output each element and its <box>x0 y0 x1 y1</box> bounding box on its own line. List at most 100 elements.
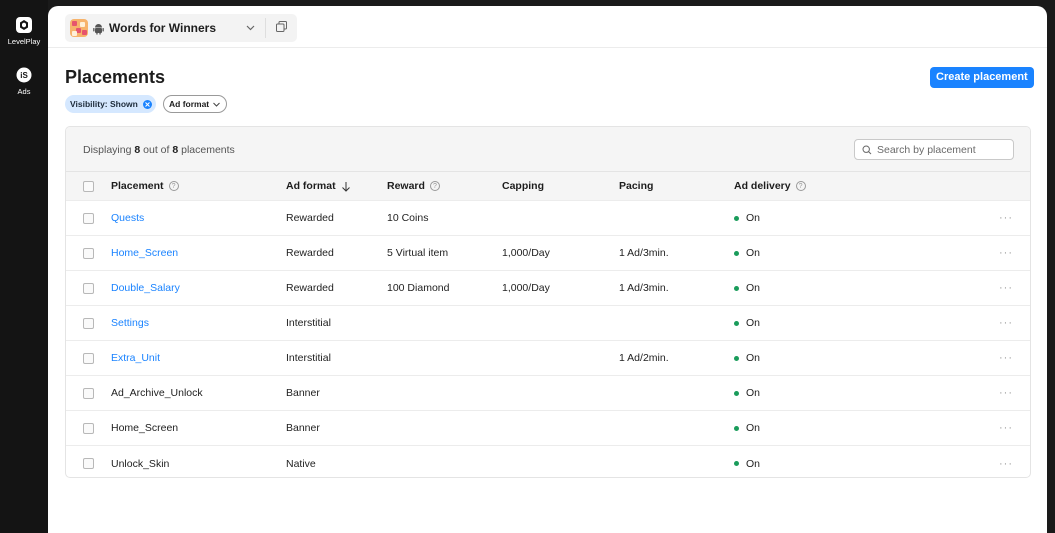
visibility-chip-label: Visibility: Shown <box>70 99 138 109</box>
placement-count: Displaying 8 out of 8 placements <box>83 144 235 156</box>
table-row[interactable]: Settings Interstitial On ··· <box>66 306 1030 341</box>
row-checkbox[interactable] <box>83 422 94 434</box>
placement-name: Home_Screen <box>111 422 179 434</box>
ad-format-cell: Interstitial <box>286 317 331 329</box>
ad-format-cell: Native <box>286 457 316 470</box>
column-header-capping[interactable]: Capping <box>502 172 544 200</box>
visibility-filter-chip[interactable]: Visibility: Shown <box>65 95 156 113</box>
table-row[interactable]: Ad_Archive_Unlock Banner On ··· <box>66 376 1030 411</box>
app-selector[interactable]: Words for Winners <box>65 14 297 42</box>
count-suffix: placements <box>181 144 235 156</box>
create-placement-button[interactable]: Create placement <box>930 67 1034 88</box>
clear-filter-icon[interactable] <box>142 99 152 109</box>
ad-format-cell: Rewarded <box>286 282 334 294</box>
table-row[interactable]: Double_Salary Rewarded 100 Diamond 1,000/Da… <box>66 271 1030 306</box>
column-header-ad-format[interactable]: Ad format <box>286 172 351 200</box>
more-options-icon[interactable]: ··· <box>999 376 1013 410</box>
help-icon[interactable]: ? <box>168 181 179 191</box>
app-name: Words for Winners <box>109 21 217 35</box>
ad-delivery-cell: On <box>734 306 760 340</box>
ad-delivery-status: On <box>746 422 761 434</box>
search-input[interactable] <box>877 143 1007 156</box>
ironsource-icon: iS <box>15 66 33 84</box>
ad-delivery-cell: On <box>734 446 760 477</box>
row-checkbox[interactable] <box>83 247 94 259</box>
ad-format-cell: Banner <box>286 387 320 399</box>
count-shown: 8 <box>134 144 141 156</box>
table-row[interactable]: Home_Screen Rewarded 5 Virtual item 1,000/D… <box>66 236 1030 271</box>
app-thumbnail <box>70 19 88 37</box>
placement-name[interactable]: Quests <box>111 201 144 235</box>
row-checkbox[interactable] <box>83 212 94 224</box>
more-options-icon[interactable]: ··· <box>999 341 1013 375</box>
ad-delivery-status: On <box>746 352 761 364</box>
row-checkbox[interactable] <box>83 458 94 469</box>
left-rail: LevelPlay iS Ads <box>0 0 48 533</box>
count-mid: out of <box>143 144 170 156</box>
status-dot-icon <box>734 461 739 466</box>
more-options-icon[interactable]: ··· <box>999 306 1013 340</box>
more-options-icon[interactable]: ··· <box>999 446 1013 477</box>
chevron-down-icon[interactable] <box>245 22 256 36</box>
column-header-placement[interactable]: Placement? <box>111 172 179 200</box>
ad-format-chip-label: Ad format <box>169 99 210 109</box>
row-checkbox[interactable] <box>83 282 94 294</box>
search-icon <box>862 144 872 154</box>
status-dot-icon <box>734 425 739 431</box>
column-header-pacing[interactable]: Pacing <box>619 172 653 200</box>
rail-item-ads[interactable]: iS Ads <box>0 66 48 96</box>
reward-cell: 100 Diamond <box>387 282 450 294</box>
more-options-icon[interactable]: ··· <box>999 271 1013 305</box>
ad-format-cell: Rewarded <box>286 247 334 259</box>
chevron-down-icon <box>213 102 220 107</box>
column-header-ad-delivery[interactable]: Ad delivery? <box>734 172 806 200</box>
svg-text:iS: iS <box>20 71 28 80</box>
column-header-reward[interactable]: Reward? <box>387 172 440 200</box>
status-dot-icon <box>734 355 739 361</box>
help-icon[interactable]: ? <box>429 181 440 191</box>
placement-name: Ad_Archive_Unlock <box>111 387 203 399</box>
help-icon[interactable]: ? <box>795 181 806 191</box>
row-checkbox[interactable] <box>83 317 94 329</box>
placement-name[interactable]: Extra_Unit <box>111 341 160 375</box>
ad-format-filter-chip[interactable]: Ad format <box>163 95 228 113</box>
status-dot-icon <box>734 250 739 256</box>
rail-item-levelplay[interactable]: LevelPlay <box>0 16 48 46</box>
placement-name[interactable]: Settings <box>111 306 149 340</box>
table-row[interactable]: Quests Rewarded 10 Coins On ··· <box>66 201 1030 236</box>
ad-delivery-cell: On <box>734 376 760 410</box>
placement-name[interactable]: Double_Salary <box>111 271 180 305</box>
more-options-icon[interactable]: ··· <box>999 201 1013 235</box>
capping-cell: 1,000/Day <box>502 282 550 294</box>
capping-cell: 1,000/Day <box>502 247 550 259</box>
status-dot-icon <box>734 215 739 221</box>
ad-delivery-status: On <box>746 282 761 294</box>
ad-delivery-cell: On <box>734 271 760 305</box>
ad-format-cell: Rewarded <box>286 212 334 224</box>
more-options-icon[interactable]: ··· <box>999 411 1013 445</box>
table-toolbar: Displaying 8 out of 8 placements <box>66 127 1030 172</box>
more-options-icon[interactable]: ··· <box>999 236 1013 270</box>
levelplay-icon <box>15 16 33 34</box>
table-row[interactable]: Extra_Unit Interstitial 1 Ad/2min. On ··· <box>66 341 1030 376</box>
pacing-cell: 1 Ad/3min. <box>619 282 669 294</box>
copy-icon[interactable] <box>275 20 288 36</box>
count-total: 8 <box>172 144 179 156</box>
placement-name[interactable]: Home_Screen <box>111 236 178 270</box>
row-checkbox[interactable] <box>83 352 94 364</box>
search-box[interactable] <box>854 139 1014 160</box>
placement-name: Unlock_Skin <box>111 457 170 470</box>
select-all-checkbox[interactable] <box>83 180 94 192</box>
row-checkbox[interactable] <box>83 387 94 399</box>
ad-format-cell: Interstitial <box>286 352 331 364</box>
table-row[interactable]: Home_Screen Banner On ··· <box>66 411 1030 446</box>
ad-delivery-cell: On <box>734 341 760 375</box>
placements-table: Displaying 8 out of 8 placements Placeme… <box>65 126 1031 478</box>
page-title: Placements <box>65 67 166 87</box>
reward-cell: 5 Virtual item <box>387 247 449 259</box>
pacing-cell: 1 Ad/3min. <box>619 247 669 259</box>
status-dot-icon <box>734 390 739 396</box>
table-row[interactable]: Unlock_Skin Native On ··· <box>66 446 1030 477</box>
ad-delivery-status: On <box>746 212 761 224</box>
top-bar: Words for Winners <box>48 6 1047 48</box>
